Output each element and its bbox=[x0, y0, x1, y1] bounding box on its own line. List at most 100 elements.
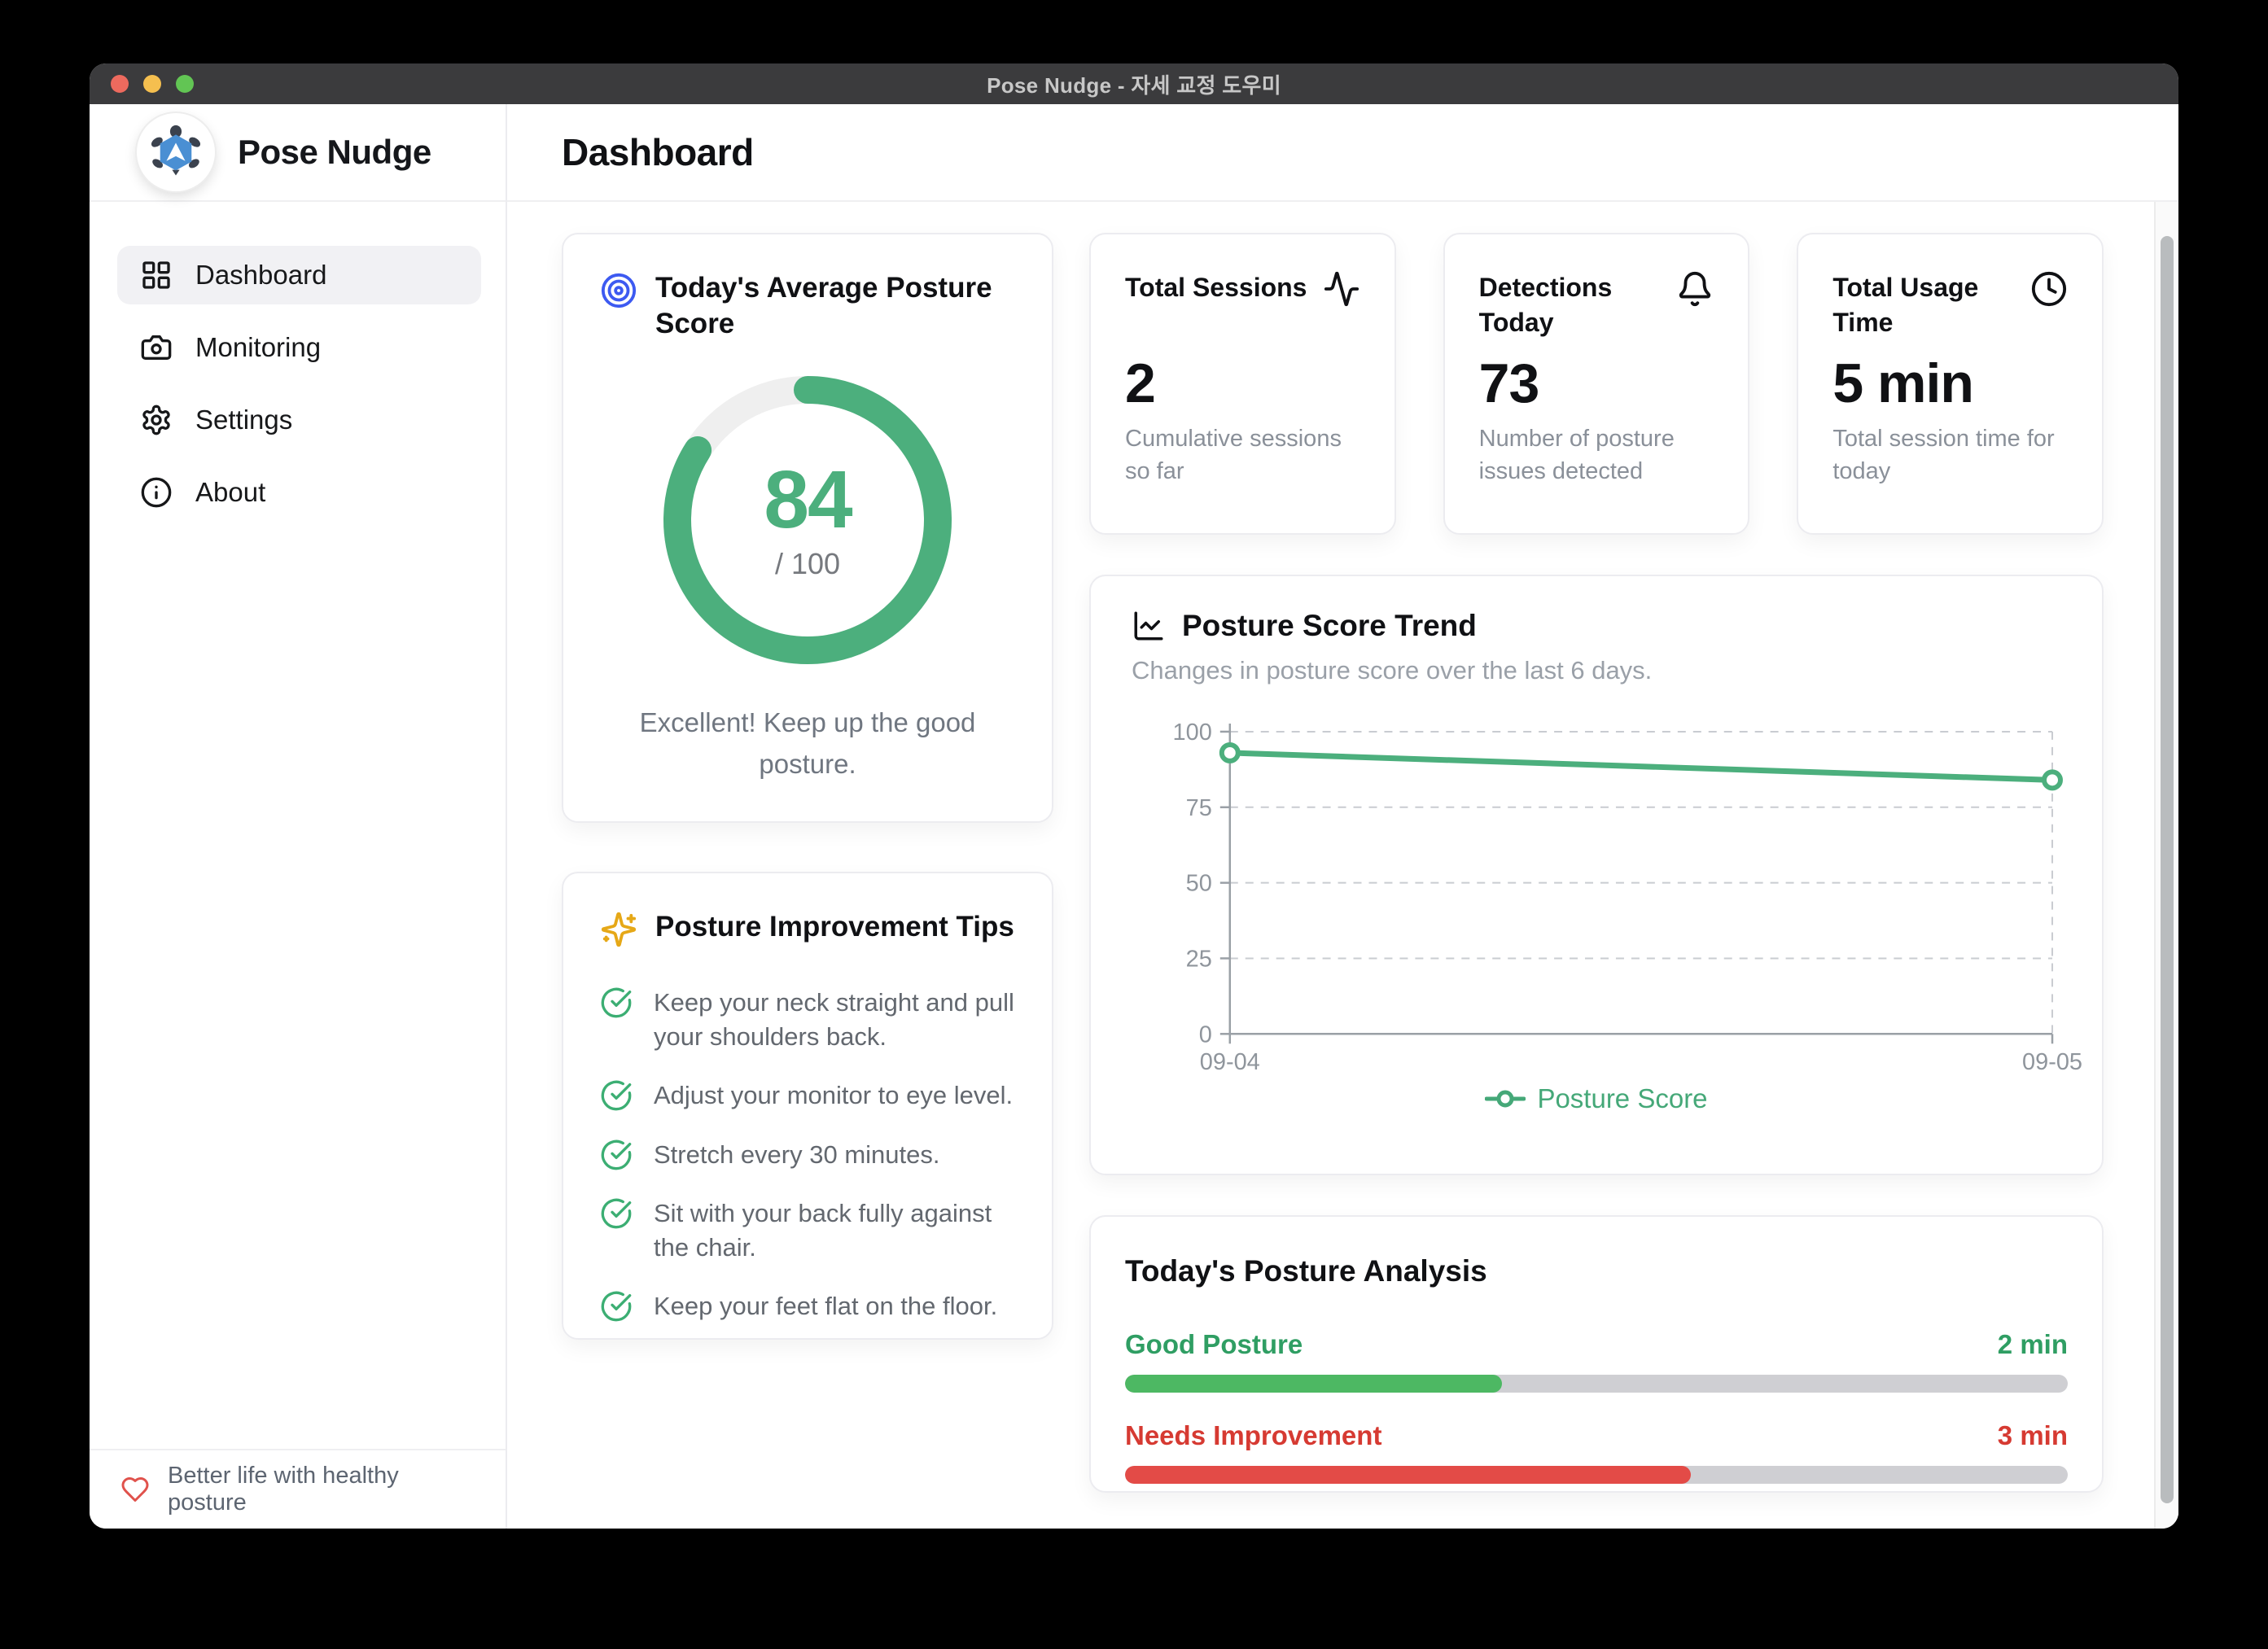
scrollbar-track bbox=[2154, 202, 2178, 1529]
chart-legend: Posture Score bbox=[1132, 1083, 2061, 1114]
progress-bar-track bbox=[1125, 1466, 2068, 1484]
sidebar-item-label: Dashboard bbox=[195, 260, 326, 291]
check-circle-icon bbox=[600, 1139, 633, 1171]
traffic-lights bbox=[111, 63, 194, 104]
score-card-title: Today's Average Posture Score bbox=[655, 270, 1015, 342]
progress-bar-track bbox=[1125, 1375, 2068, 1393]
score-denominator: / 100 bbox=[775, 547, 840, 581]
analysis-row-value: 3 min bbox=[1998, 1420, 2068, 1451]
target-icon bbox=[600, 272, 637, 309]
tip-text: Keep your feet flat on the floor. bbox=[654, 1289, 997, 1323]
stat-value: 73 bbox=[1479, 356, 1714, 411]
sidebar-item-settings[interactable]: Settings bbox=[117, 391, 481, 449]
sidebar: Pose Nudge Dashboard Monitoring bbox=[90, 104, 507, 1529]
chart-title: Posture Score Trend bbox=[1182, 609, 1477, 643]
stat-description: Total session time for today bbox=[1832, 422, 2068, 488]
tips-card-title: Posture Improvement Tips bbox=[655, 909, 1014, 945]
stat-description: Cumulative sessions so far bbox=[1125, 422, 1360, 488]
app-window: Pose Nudge - 자세 교정 도우미 P bbox=[90, 63, 2178, 1529]
line-chart-icon bbox=[1132, 609, 1166, 643]
tip-item: Sit with your back fully against the cha… bbox=[600, 1196, 1015, 1264]
camera-icon bbox=[140, 331, 173, 364]
stat-description: Number of posture issues detected bbox=[1479, 422, 1714, 488]
svg-text:75: 75 bbox=[1186, 795, 1212, 821]
analysis-row: Needs Improvement 3 min bbox=[1125, 1420, 2068, 1484]
analysis-row-label: Good Posture bbox=[1125, 1329, 1303, 1360]
analysis-bar-fill bbox=[1125, 1375, 1502, 1393]
trend-chart: 025507510009-0409-05 bbox=[1132, 708, 2061, 1070]
footer-tagline: Better life with healthy posture bbox=[168, 1463, 475, 1516]
main-header: Dashboard bbox=[507, 104, 2178, 202]
tip-item: Keep your feet flat on the floor. bbox=[600, 1289, 1015, 1323]
stat-value: 2 bbox=[1125, 356, 1360, 411]
legend-marker-icon bbox=[1485, 1088, 1526, 1109]
stats-row: Total Sessions 2 Cumulative sessions so … bbox=[1089, 233, 2104, 535]
trend-chart-svg: 025507510009-0409-05 bbox=[1132, 708, 2061, 1070]
stat-title: Detections Today bbox=[1479, 270, 1664, 340]
clock-icon bbox=[2030, 270, 2068, 308]
dashboard-grid-icon bbox=[140, 259, 173, 291]
check-circle-icon bbox=[600, 1197, 633, 1230]
check-circle-icon bbox=[600, 1290, 633, 1323]
analysis-bar-fill bbox=[1125, 1466, 1691, 1484]
tips-list: Keep your neck straight and pull your sh… bbox=[600, 986, 1015, 1323]
trend-chart-card: Posture Score Trend Changes in posture s… bbox=[1089, 575, 2104, 1175]
sidebar-item-label: About bbox=[195, 477, 265, 508]
tips-card: Posture Improvement Tips Keep your neck … bbox=[562, 872, 1053, 1340]
svg-text:09-04: 09-04 bbox=[1200, 1049, 1260, 1075]
svg-text:50: 50 bbox=[1186, 871, 1212, 897]
heart-icon bbox=[120, 1475, 150, 1504]
sidebar-item-dashboard[interactable]: Dashboard bbox=[117, 246, 481, 304]
sidebar-item-label: Monitoring bbox=[195, 332, 321, 363]
svg-text:100: 100 bbox=[1173, 720, 1212, 746]
analysis-row-value: 2 min bbox=[1998, 1329, 2068, 1360]
posture-analysis-card: Today's Posture Analysis Good Posture 2 … bbox=[1089, 1215, 2104, 1493]
score-ring: 84 / 100 bbox=[657, 370, 958, 671]
page-title: Dashboard bbox=[562, 130, 754, 174]
tip-item: Keep your neck straight and pull your sh… bbox=[600, 986, 1015, 1053]
stat-card-total-usage-time: Total Usage Time 5 min Total session tim… bbox=[1797, 233, 2104, 535]
svg-text:09-05: 09-05 bbox=[2022, 1049, 2082, 1075]
brand-name: Pose Nudge bbox=[238, 133, 431, 172]
scrollbar-thumb[interactable] bbox=[2161, 236, 2174, 1503]
stat-card-detections-today: Detections Today 73 Number of posture is… bbox=[1443, 233, 1750, 535]
check-circle-icon bbox=[600, 986, 633, 1019]
analysis-row-label: Needs Improvement bbox=[1125, 1420, 1381, 1451]
info-icon bbox=[140, 476, 173, 509]
check-circle-icon bbox=[600, 1079, 633, 1112]
brand: Pose Nudge bbox=[90, 104, 506, 202]
minimize-button[interactable] bbox=[143, 75, 161, 93]
stat-value: 5 min bbox=[1832, 356, 2068, 411]
right-column: Total Sessions 2 Cumulative sessions so … bbox=[1089, 233, 2104, 1493]
gear-icon bbox=[140, 404, 173, 436]
tip-item: Stretch every 30 minutes. bbox=[600, 1138, 1015, 1172]
window-title: Pose Nudge - 자세 교정 도우미 bbox=[987, 69, 1281, 99]
tip-item: Adjust your monitor to eye level. bbox=[600, 1078, 1015, 1113]
tip-text: Keep your neck straight and pull your sh… bbox=[654, 986, 1015, 1053]
stat-title: Total Sessions bbox=[1125, 270, 1307, 308]
score-value: 84 bbox=[764, 459, 851, 540]
activity-icon bbox=[1323, 270, 1360, 308]
close-button[interactable] bbox=[111, 75, 129, 93]
tip-text: Adjust your monitor to eye level. bbox=[654, 1078, 1013, 1113]
stat-title: Total Usage Time bbox=[1832, 270, 2017, 340]
zoom-button[interactable] bbox=[176, 75, 194, 93]
sidebar-footer: Better life with healthy posture bbox=[90, 1449, 506, 1529]
left-column: Today's Average Posture Score 84 / 100 bbox=[562, 233, 1053, 1493]
bell-icon bbox=[1676, 270, 1714, 308]
svg-text:0: 0 bbox=[1199, 1021, 1212, 1048]
dashboard-content: Today's Average Posture Score 84 / 100 bbox=[507, 202, 2178, 1529]
legend-label: Posture Score bbox=[1537, 1083, 1707, 1114]
main-area: Dashboard Today's Average Posture Score bbox=[507, 104, 2178, 1529]
score-message: Excellent! Keep up the good posture. bbox=[600, 702, 1015, 785]
sidebar-item-about[interactable]: About bbox=[117, 463, 481, 522]
titlebar: Pose Nudge - 자세 교정 도우미 bbox=[90, 63, 2178, 104]
tip-text: Sit with your back fully against the cha… bbox=[654, 1196, 1015, 1264]
score-card: Today's Average Posture Score 84 / 100 bbox=[562, 233, 1053, 823]
chart-subtitle: Changes in posture score over the last 6… bbox=[1132, 656, 2061, 685]
stat-card-total-sessions: Total Sessions 2 Cumulative sessions so … bbox=[1089, 233, 1396, 535]
sidebar-nav: Dashboard Monitoring Settings bbox=[90, 202, 506, 522]
sidebar-item-monitoring[interactable]: Monitoring bbox=[117, 318, 481, 377]
analysis-title: Today's Posture Analysis bbox=[1125, 1254, 2068, 1288]
svg-text:25: 25 bbox=[1186, 946, 1212, 972]
